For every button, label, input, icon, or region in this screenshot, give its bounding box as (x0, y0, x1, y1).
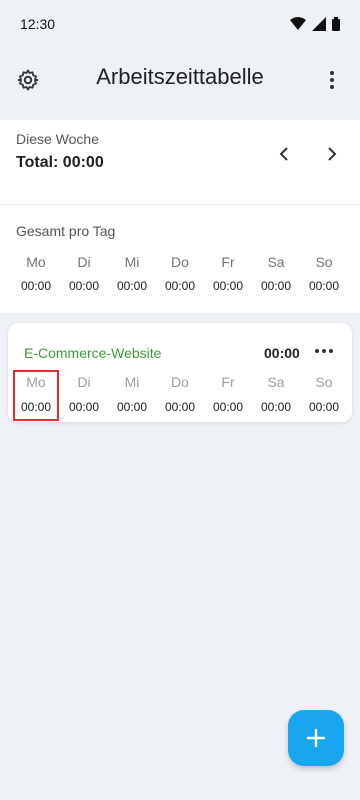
week-label: Diese Woche (16, 131, 100, 147)
week-total: Total: 00:00 (16, 154, 104, 171)
day-time: 00:00 (308, 279, 340, 293)
day-name: So (315, 254, 333, 270)
day-time[interactable]: 00:00 (204, 400, 252, 414)
daily-day-names: Mo Di Mi Do Fr Sa So (12, 254, 348, 270)
status-time: 12:30 (20, 16, 56, 32)
day-time: 00:00 (20, 279, 52, 293)
daily-day-times: 00:00 00:00 00:00 00:00 00:00 00:00 00:0… (12, 279, 348, 293)
project-total: 00:00 (264, 345, 300, 361)
status-icons (290, 17, 340, 31)
day-name[interactable]: Do (156, 374, 204, 390)
wifi-icon (290, 17, 306, 30)
plus-icon (306, 728, 326, 748)
more-vert-icon[interactable] (320, 68, 344, 92)
day-name: Di (77, 254, 91, 270)
day-name[interactable]: So (300, 374, 348, 390)
page-title: Arbeitszeittabelle (96, 64, 264, 89)
project-day-times: 00:00 00:00 00:00 00:00 00:00 00:00 00:0… (12, 400, 348, 414)
project-day-names: Mo Di Mi Do Fr Sa So (12, 374, 348, 390)
day-name[interactable]: Sa (252, 374, 300, 390)
more-horiz-icon[interactable] (312, 341, 336, 361)
day-time[interactable]: 00:00 (108, 400, 156, 414)
day-time: 00:00 (68, 279, 100, 293)
daily-title: Gesamt pro Tag (16, 223, 116, 239)
project-card[interactable]: E-Commerce-Website 00:00 Mo Di Mi Do Fr … (8, 323, 352, 422)
day-name: Mo (26, 254, 46, 270)
day-name[interactable]: Mi (108, 374, 156, 390)
day-name[interactable]: Fr (204, 374, 252, 390)
day-name: Mi (124, 254, 140, 270)
chevron-left-icon[interactable] (272, 142, 296, 166)
day-time: 00:00 (212, 279, 244, 293)
day-time: 00:00 (164, 279, 196, 293)
app-bar: Arbeitszeittabelle (0, 48, 360, 112)
day-time: 00:00 (116, 279, 148, 293)
day-time[interactable]: 00:00 (60, 400, 108, 414)
daily-totals-card: Gesamt pro Tag Mo Di Mi Do Fr Sa So 00:0… (0, 205, 360, 313)
project-name: E-Commerce-Website (24, 345, 162, 361)
week-summary-card: Diese Woche Total: 00:00 (0, 120, 360, 204)
add-button[interactable] (288, 710, 344, 766)
day-name[interactable]: Di (60, 374, 108, 390)
day-time[interactable]: 00:00 (156, 400, 204, 414)
status-bar: 12:30 (0, 0, 360, 48)
day-name: Fr (221, 254, 235, 270)
day-name[interactable]: Mo (12, 374, 60, 390)
battery-icon (332, 17, 340, 31)
day-name: Sa (267, 254, 285, 270)
day-time[interactable]: 00:00 (12, 400, 60, 414)
signal-icon (312, 17, 326, 31)
day-time: 00:00 (260, 279, 292, 293)
day-name: Do (171, 254, 189, 270)
day-time[interactable]: 00:00 (300, 400, 348, 414)
chevron-right-icon[interactable] (320, 142, 344, 166)
day-time[interactable]: 00:00 (252, 400, 300, 414)
